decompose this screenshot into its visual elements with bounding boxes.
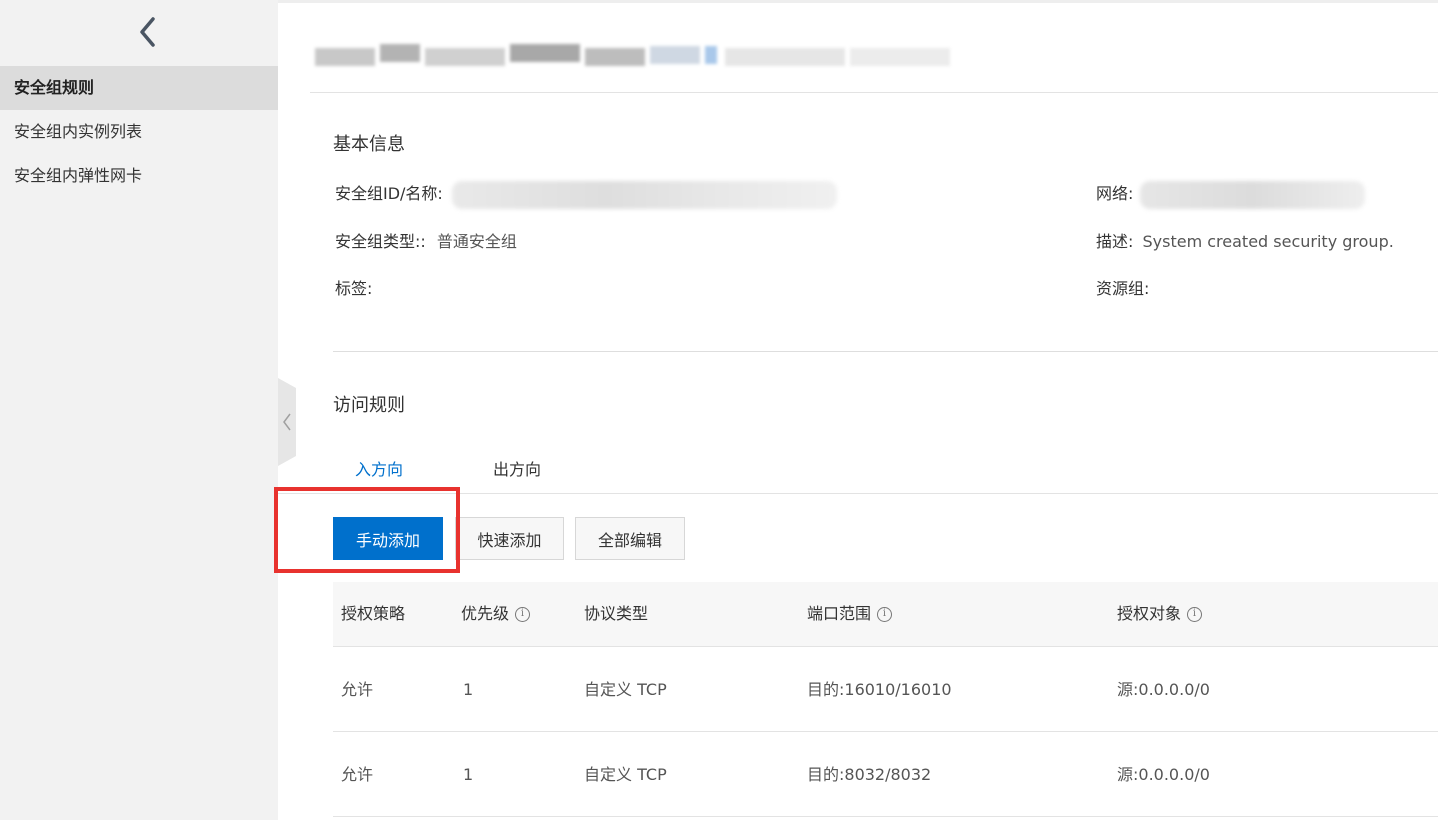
group-id-value-redacted	[452, 181, 837, 209]
rules-table-header: 授权策略 优先级 i 协议类型 端口范围 i 授权对象 i	[333, 582, 1438, 646]
sidebar: 安全组规则 安全组内实例列表 安全组内弹性网卡	[0, 0, 278, 820]
header-divider	[310, 92, 1438, 93]
group-type-value: 普通安全组	[436, 232, 517, 251]
basic-info-title: 基本信息	[333, 134, 405, 155]
group-type-label-text: 安全组类型::	[335, 232, 426, 251]
column-header-port-range: 端口范围 i	[807, 582, 893, 646]
cell-policy: 允许	[341, 680, 374, 699]
cell-port-range: 目的:8032/8032	[807, 765, 932, 784]
sidebar-item-security-group-rules[interactable]: 安全组规则	[0, 66, 278, 110]
edit-all-button[interactable]: 全部编辑	[575, 517, 685, 560]
top-edge	[278, 0, 1438, 3]
cell-policy: 允许	[341, 765, 374, 784]
info-icon[interactable]: i	[515, 606, 531, 622]
description-label: 描述: System created security group.	[1096, 228, 1394, 252]
column-header-text: 授权对象	[1117, 604, 1182, 623]
tab-outbound[interactable]: 出方向	[493, 456, 541, 480]
access-rules-title: 访问规则	[333, 395, 405, 416]
table-row: 允许 1 自定义 TCP 目的:16010/16010 源:0.0.0.0/0	[333, 647, 1438, 732]
column-header-text: 授权策略	[341, 604, 406, 623]
cell-priority: 1	[463, 680, 474, 699]
column-header-protocol: 协议类型	[584, 582, 648, 646]
section-divider	[333, 351, 1438, 352]
sidebar-item-eni[interactable]: 安全组内弹性网卡	[0, 154, 278, 198]
description-label-text: 描述:	[1096, 232, 1134, 251]
description-value: System created security group.	[1142, 232, 1394, 251]
cell-auth-object: 源:0.0.0.0/0	[1117, 680, 1210, 699]
sidebar-collapse-handle[interactable]	[278, 378, 296, 466]
highlight-annotation-box	[274, 487, 460, 573]
quick-add-button[interactable]: 快速添加	[455, 517, 564, 560]
network-value-redacted	[1140, 181, 1365, 209]
column-header-text: 协议类型	[584, 604, 649, 623]
column-header-policy: 授权策略	[341, 582, 405, 646]
back-button[interactable]	[132, 14, 162, 50]
column-header-text: 优先级	[461, 604, 510, 623]
chevron-left-icon	[140, 17, 155, 47]
tab-inbound[interactable]: 入方向	[355, 456, 403, 480]
info-icon[interactable]: i	[877, 606, 893, 622]
chevron-left-icon	[283, 413, 291, 431]
column-header-priority: 优先级 i	[461, 582, 531, 646]
page-title-redacted	[310, 40, 960, 80]
group-id-label: 安全组ID/名称:	[335, 184, 443, 203]
cell-auth-object: 源:0.0.0.0/0	[1117, 765, 1210, 784]
resource-group-label: 资源组:	[1096, 279, 1150, 298]
cell-port-range: 目的:16010/16010	[807, 680, 952, 699]
column-header-text: 端口范围	[807, 604, 872, 623]
sidebar-item-instance-list[interactable]: 安全组内实例列表	[0, 110, 278, 154]
network-label: 网络:	[1096, 184, 1134, 203]
table-row: 允许 1 自定义 TCP 目的:8032/8032 源:0.0.0.0/0	[333, 732, 1438, 817]
cell-protocol: 自定义 TCP	[584, 680, 667, 699]
column-header-auth-object: 授权对象 i	[1117, 582, 1203, 646]
group-type-label: 安全组类型:: 普通安全组	[335, 228, 517, 252]
tags-label: 标签:	[335, 279, 373, 298]
cell-protocol: 自定义 TCP	[584, 765, 667, 784]
cell-priority: 1	[463, 765, 474, 784]
info-icon[interactable]: i	[1187, 606, 1203, 622]
